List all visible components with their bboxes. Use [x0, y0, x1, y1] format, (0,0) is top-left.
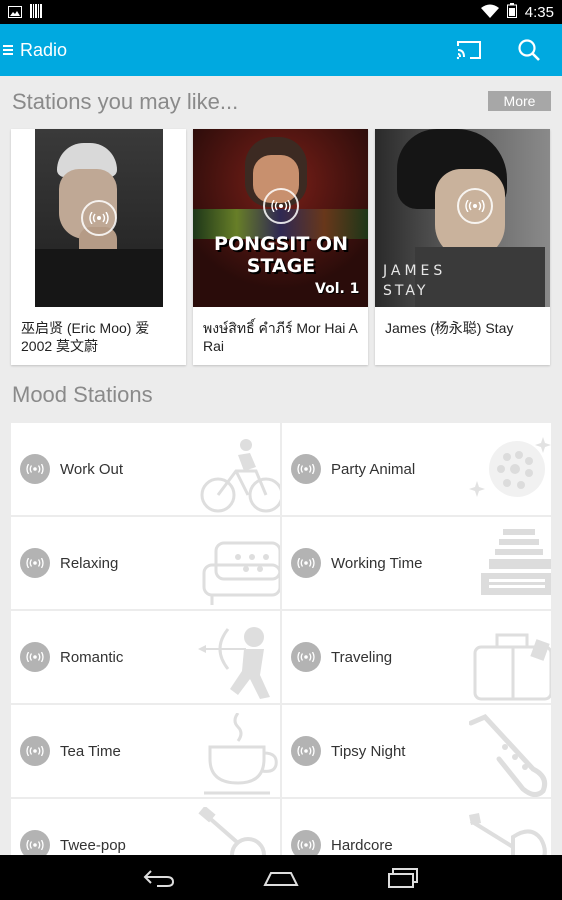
radio-play-icon[interactable]: [456, 188, 493, 224]
section-title-recommended: Stations you may like...: [12, 89, 239, 114]
menu-icon[interactable]: [0, 24, 20, 76]
station-cards: 巫启贤 (Eric Moo) 爱 2002 莫文蔚 PONGSIT ON STA…: [11, 129, 550, 365]
station-card-label: James (杨永聪) Stay: [385, 320, 514, 336]
mood-station-traveling[interactable]: Traveling: [282, 611, 551, 703]
navigation-bar: [0, 855, 562, 900]
radio-icon: [20, 548, 50, 578]
radio-icon: [291, 548, 321, 578]
wifi-icon: [480, 3, 499, 22]
teacup-icon: [204, 713, 278, 795]
section-title-mood: Mood Stations: [12, 382, 153, 407]
sofa-icon: [202, 541, 280, 605]
mood-station-label: Working Time: [331, 554, 423, 572]
mood-station-romantic[interactable]: Romantic: [11, 611, 280, 703]
station-card-label: พงษ์สิทธิ์ คำภีร์ Mor Hai A Rai: [203, 320, 358, 354]
radio-icon: [20, 736, 50, 766]
app-title: Radio: [20, 39, 68, 60]
cupid-icon: [198, 627, 270, 699]
album-art: PONGSIT ON STAGE Vol. 1: [193, 129, 368, 307]
radio-icon: [20, 454, 50, 484]
mood-station-label: Work Out: [60, 460, 124, 478]
album-art: [11, 129, 186, 307]
mood-grid: Work Out Party Animal Relaxing Working T…: [11, 423, 551, 891]
radio-icon: [291, 454, 321, 484]
radio-icon: [291, 642, 321, 672]
cyclist-icon: [200, 439, 280, 513]
status-bar: 4:35: [0, 0, 562, 24]
album-artist-text: JAMES: [383, 263, 447, 279]
clock: 4:35: [524, 3, 554, 21]
album-title-text: PONGSIT ON STAGE: [214, 233, 348, 277]
radio-icon: [20, 642, 50, 672]
mood-station-party-animal[interactable]: Party Animal: [282, 423, 551, 515]
mood-station-tipsy-night[interactable]: Tipsy Night: [282, 705, 551, 797]
mood-station-working-time[interactable]: Working Time: [282, 517, 551, 609]
recents-icon[interactable]: [383, 863, 423, 893]
station-card[interactable]: 巫启贤 (Eric Moo) 爱 2002 莫文蔚: [11, 129, 186, 365]
mood-station-label: Romantic: [60, 648, 124, 666]
album-name-text: STAY: [383, 283, 429, 299]
back-icon[interactable]: [139, 863, 179, 893]
station-card[interactable]: JAMES STAY James (杨永聪) Stay: [375, 129, 550, 365]
mood-station-tea-time[interactable]: Tea Time: [11, 705, 280, 797]
cast-icon[interactable]: [454, 35, 484, 65]
barcode-icon: [30, 3, 42, 22]
search-icon[interactable]: [514, 35, 544, 65]
station-card[interactable]: PONGSIT ON STAGE Vol. 1 พงษ์สิทธิ์ คำภีร…: [193, 129, 368, 365]
album-volume-text: Vol. 1: [315, 281, 360, 297]
saxophone-icon: [469, 714, 548, 797]
radio-play-icon[interactable]: [80, 200, 117, 236]
app-bar: Radio: [0, 24, 562, 76]
mood-station-relaxing[interactable]: Relaxing: [11, 517, 280, 609]
disco-ball-icon: [469, 437, 551, 497]
mood-station-label: Tipsy Night: [331, 742, 406, 760]
mood-station-label: Hardcore: [331, 836, 393, 854]
mood-station-label: Traveling: [331, 648, 393, 666]
station-card-label: 巫启贤 (Eric Moo) 爱 2002 莫文蔚: [21, 320, 150, 354]
image-icon: [8, 3, 22, 22]
suitcase-icon: [473, 633, 551, 701]
mood-station-label: Party Animal: [331, 460, 416, 478]
mood-station-label: Relaxing: [60, 554, 119, 572]
typewriter-icon: [481, 529, 551, 595]
mood-station-work-out[interactable]: Work Out: [11, 423, 280, 515]
mood-station-label: Twee-pop: [60, 836, 126, 854]
album-art: JAMES STAY: [375, 129, 550, 307]
battery-icon: [506, 2, 517, 22]
radio-icon: [291, 736, 321, 766]
more-button[interactable]: More: [488, 91, 551, 111]
mood-station-label: Tea Time: [60, 742, 121, 760]
home-icon[interactable]: [261, 863, 301, 893]
radio-play-icon[interactable]: [262, 188, 299, 224]
